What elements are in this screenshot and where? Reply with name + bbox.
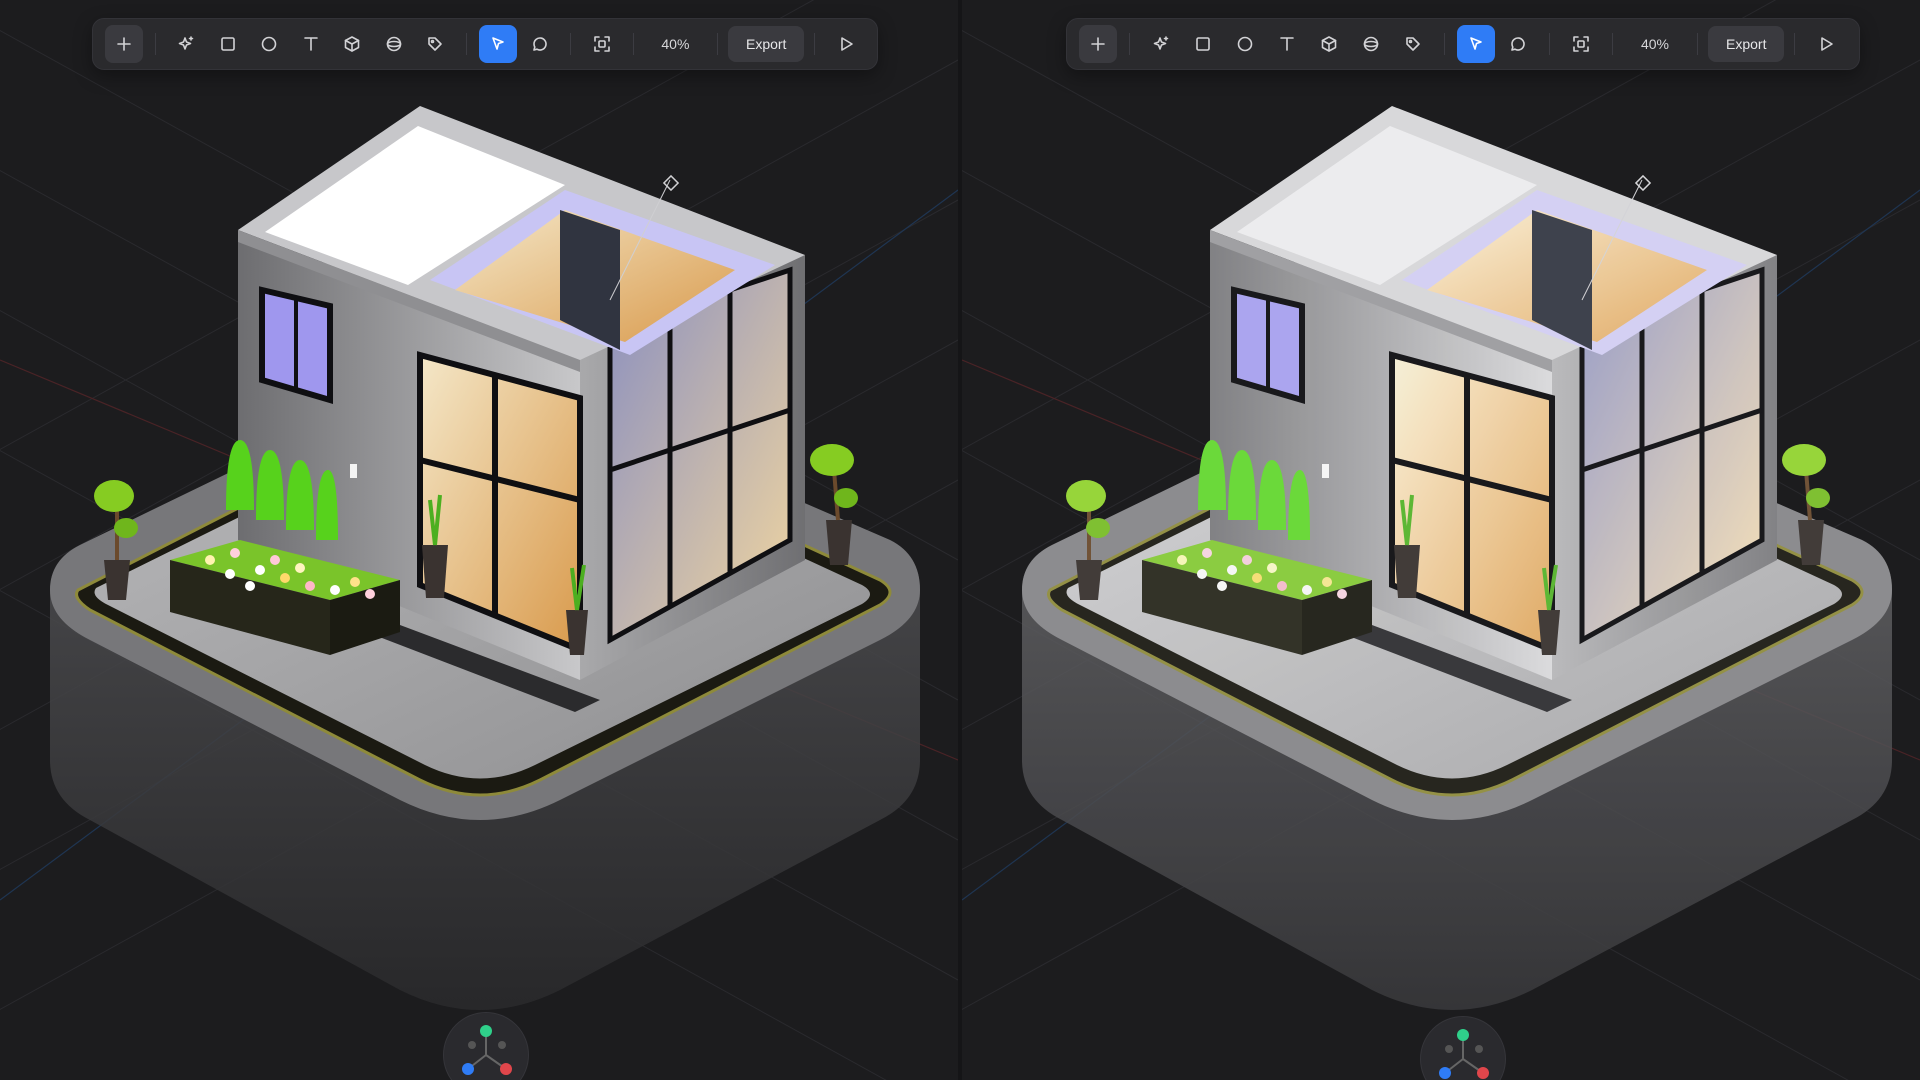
house-model[interactable] (962, 0, 1920, 1080)
wall-lamp (1322, 464, 1329, 478)
wall-lamp (350, 464, 357, 478)
axis-gizmo[interactable] (1420, 1016, 1506, 1080)
axis-icon (462, 1025, 512, 1075)
viewport-right[interactable]: 40% Export (962, 0, 1920, 1080)
axis-gizmo[interactable] (443, 1012, 529, 1080)
axis-icon (1439, 1029, 1489, 1079)
house-model[interactable] (0, 0, 958, 1080)
viewport-left[interactable]: 40% Export (0, 0, 958, 1080)
